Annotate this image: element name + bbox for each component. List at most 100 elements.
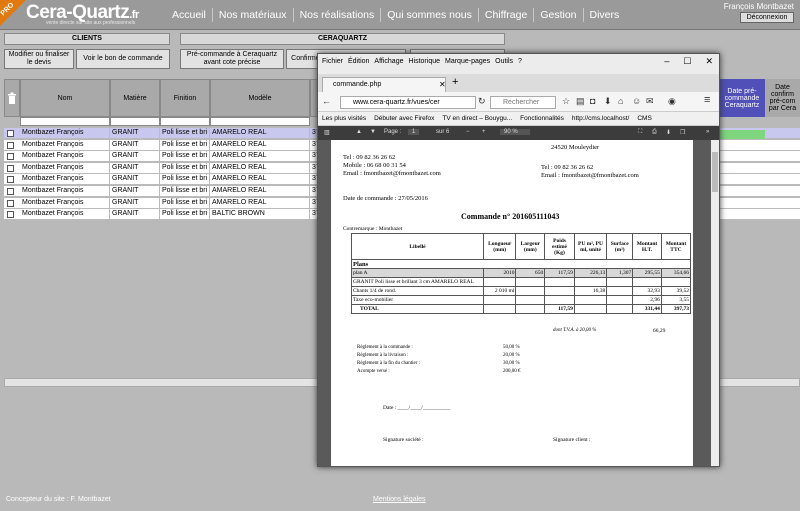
zoom-select[interactable]: 90 % <box>500 129 530 135</box>
close-tab-icon[interactable]: ✕ <box>439 78 446 92</box>
bookmark-cms-localhost[interactable]: http://cms.localhost/ <box>572 115 629 122</box>
page-count: sur 6 <box>436 129 450 135</box>
footer-designer[interactable]: Concepteur du site : F. Montbazet <box>6 496 111 503</box>
menu-historique[interactable]: Historique <box>408 58 440 65</box>
menu-fichier[interactable]: Fichier <box>322 58 343 65</box>
contremarque: Contremarque : Montbazet <box>343 226 403 232</box>
chat-icon[interactable]: ☺ <box>632 96 641 106</box>
filter-matiere[interactable] <box>110 117 160 126</box>
modify-quote-button[interactable]: Modifier ou finaliser le devis <box>4 49 74 69</box>
close-icon[interactable]: ✕ <box>705 56 713 67</box>
trash-icon[interactable] <box>4 79 20 117</box>
clients-header: CLIENTS <box>4 33 170 45</box>
col-modele[interactable]: Modèle <box>210 79 310 117</box>
menu-aide[interactable]: ? <box>518 58 522 65</box>
precommande-button[interactable]: Pré-commande à Ceraquartz avant cote pré… <box>180 49 284 69</box>
row-checkbox[interactable] <box>7 130 14 137</box>
addon-icon[interactable]: ✉ <box>646 96 654 107</box>
table-cell: Poli lisse et bri <box>160 209 210 221</box>
col-matiere[interactable]: Matière <box>110 79 160 117</box>
col-finition[interactable]: Finition <box>160 79 210 117</box>
bookmark-firefox[interactable]: Débuter avec Firefox <box>374 115 434 122</box>
menu-marque-pages[interactable]: Marque-pages <box>445 58 490 65</box>
order-title: Commande n° 201605111043 <box>461 212 560 221</box>
sidebar-toggle-icon[interactable]: ▥ <box>324 129 330 136</box>
table-cell: Poli lisse et bri <box>160 162 210 174</box>
print-icon[interactable]: ⎙ <box>652 129 657 136</box>
zoom-out-icon[interactable]: − <box>466 129 470 135</box>
new-tab-icon[interactable]: + <box>452 76 458 88</box>
filter-nom[interactable] <box>20 117 110 126</box>
col-date-confirm[interactable]: Date confirm pré-com par Cera <box>765 79 800 117</box>
addr-left: 24520 Mouleydier <box>551 144 600 151</box>
filter-modele[interactable] <box>210 117 310 126</box>
bookmark-view-icon[interactable]: ❐ <box>680 129 685 136</box>
tab-bar: commande.php ✕ + <box>318 74 719 92</box>
prev-page-icon[interactable]: ▲ <box>356 129 362 135</box>
menu-outils[interactable]: Outils <box>495 58 513 65</box>
download-icon[interactable]: ⬇ <box>604 96 612 107</box>
table-cell: Montbazet François <box>20 162 110 174</box>
search-input[interactable]: Rechercher <box>490 96 556 109</box>
bookmark-tv[interactable]: TV en direct – Bouygu... <box>442 115 512 122</box>
more-tools-icon[interactable]: » <box>706 129 709 135</box>
nav-chiffrage[interactable]: Chiffrage <box>477 8 533 22</box>
save-icon[interactable]: ⬇ <box>666 129 671 136</box>
tab-commande[interactable]: commande.php ✕ <box>322 77 446 92</box>
presentation-icon[interactable]: ⛶ <box>638 129 642 136</box>
legal-link[interactable]: Mentions légales <box>373 496 426 503</box>
row-checkbox[interactable] <box>7 188 14 195</box>
nav-divers[interactable]: Divers <box>582 8 626 22</box>
order-cell <box>515 286 546 296</box>
main-nav: Accueil Nos matériaux Nos réalisations Q… <box>166 0 625 30</box>
table-cell: Montbazet François <box>20 151 110 163</box>
bookmark-features[interactable]: Fonctionnalités <box>520 115 564 122</box>
pdf-scroll-thumb[interactable] <box>712 152 718 192</box>
menu-edition[interactable]: Édition <box>348 58 369 65</box>
filter-finition[interactable] <box>160 117 210 126</box>
order-cell <box>573 277 608 287</box>
zoom-in-icon[interactable]: + <box>482 129 486 135</box>
bookmark-cms[interactable]: CMS <box>637 115 651 122</box>
minimize-icon[interactable]: – <box>664 56 669 67</box>
nav-gestion[interactable]: Gestion <box>533 8 582 22</box>
next-page-icon[interactable]: ▼ <box>370 129 376 135</box>
row-checkbox[interactable] <box>7 164 14 172</box>
menu-affichage[interactable]: Affichage <box>374 58 403 65</box>
maximize-icon[interactable]: ☐ <box>683 56 691 67</box>
order-section: Plans <box>351 259 691 269</box>
row-checkbox[interactable] <box>7 211 14 219</box>
row-checkbox[interactable] <box>7 141 14 149</box>
email-right: Email : fmontbazet@fmontbazet.com <box>541 172 639 179</box>
table-cell: AMARELO REAL <box>210 174 310 186</box>
order-cell <box>606 277 634 287</box>
view-order-button[interactable]: Voir le bon de commande <box>76 49 170 69</box>
reader-icon[interactable]: ▤ <box>576 96 585 107</box>
order-line: GRANIT Poli lisse et brillant 3 cm AMARE… <box>351 277 692 287</box>
pocket-icon[interactable]: ◘ <box>590 96 595 106</box>
order-cell: 16,38 <box>573 286 608 296</box>
home-icon[interactable]: ⌂ <box>618 96 623 106</box>
tel-left: Tel : 09 82 36 26 62 <box>343 154 396 161</box>
nav-accueil[interactable]: Accueil <box>166 8 212 22</box>
table-cell: GRANIT <box>110 139 160 151</box>
nav-materiaux[interactable]: Nos matériaux <box>211 8 293 22</box>
col-date-precommande[interactable]: Date pré-commande Ceraquartz <box>719 79 765 117</box>
logout-button[interactable]: Déconnexion <box>740 12 794 23</box>
bookmark-most-visited[interactable]: Les plus visités <box>322 115 366 122</box>
url-input[interactable]: www.cera-quartz.fr/vues/cer <box>340 96 476 109</box>
row-checkbox[interactable] <box>7 199 14 207</box>
nav-qui-sommes-nous[interactable]: Qui sommes nous <box>380 8 478 22</box>
reload-icon[interactable]: ↻ <box>478 96 486 107</box>
hamburger-menu-icon[interactable]: ≡ <box>704 94 710 106</box>
back-icon[interactable]: ← <box>322 96 331 106</box>
page-input[interactable]: 1 <box>408 129 420 135</box>
order-cell: 39,52 <box>660 286 692 296</box>
extension-icon[interactable]: ◉ <box>668 96 676 107</box>
order-cell: 354,66 <box>660 268 692 278</box>
nav-realisations[interactable]: Nos réalisations <box>292 8 381 22</box>
row-checkbox[interactable] <box>7 176 14 184</box>
row-checkbox[interactable] <box>7 153 14 161</box>
star-icon[interactable]: ☆ <box>562 96 570 107</box>
col-nom[interactable]: Nom <box>20 79 110 117</box>
